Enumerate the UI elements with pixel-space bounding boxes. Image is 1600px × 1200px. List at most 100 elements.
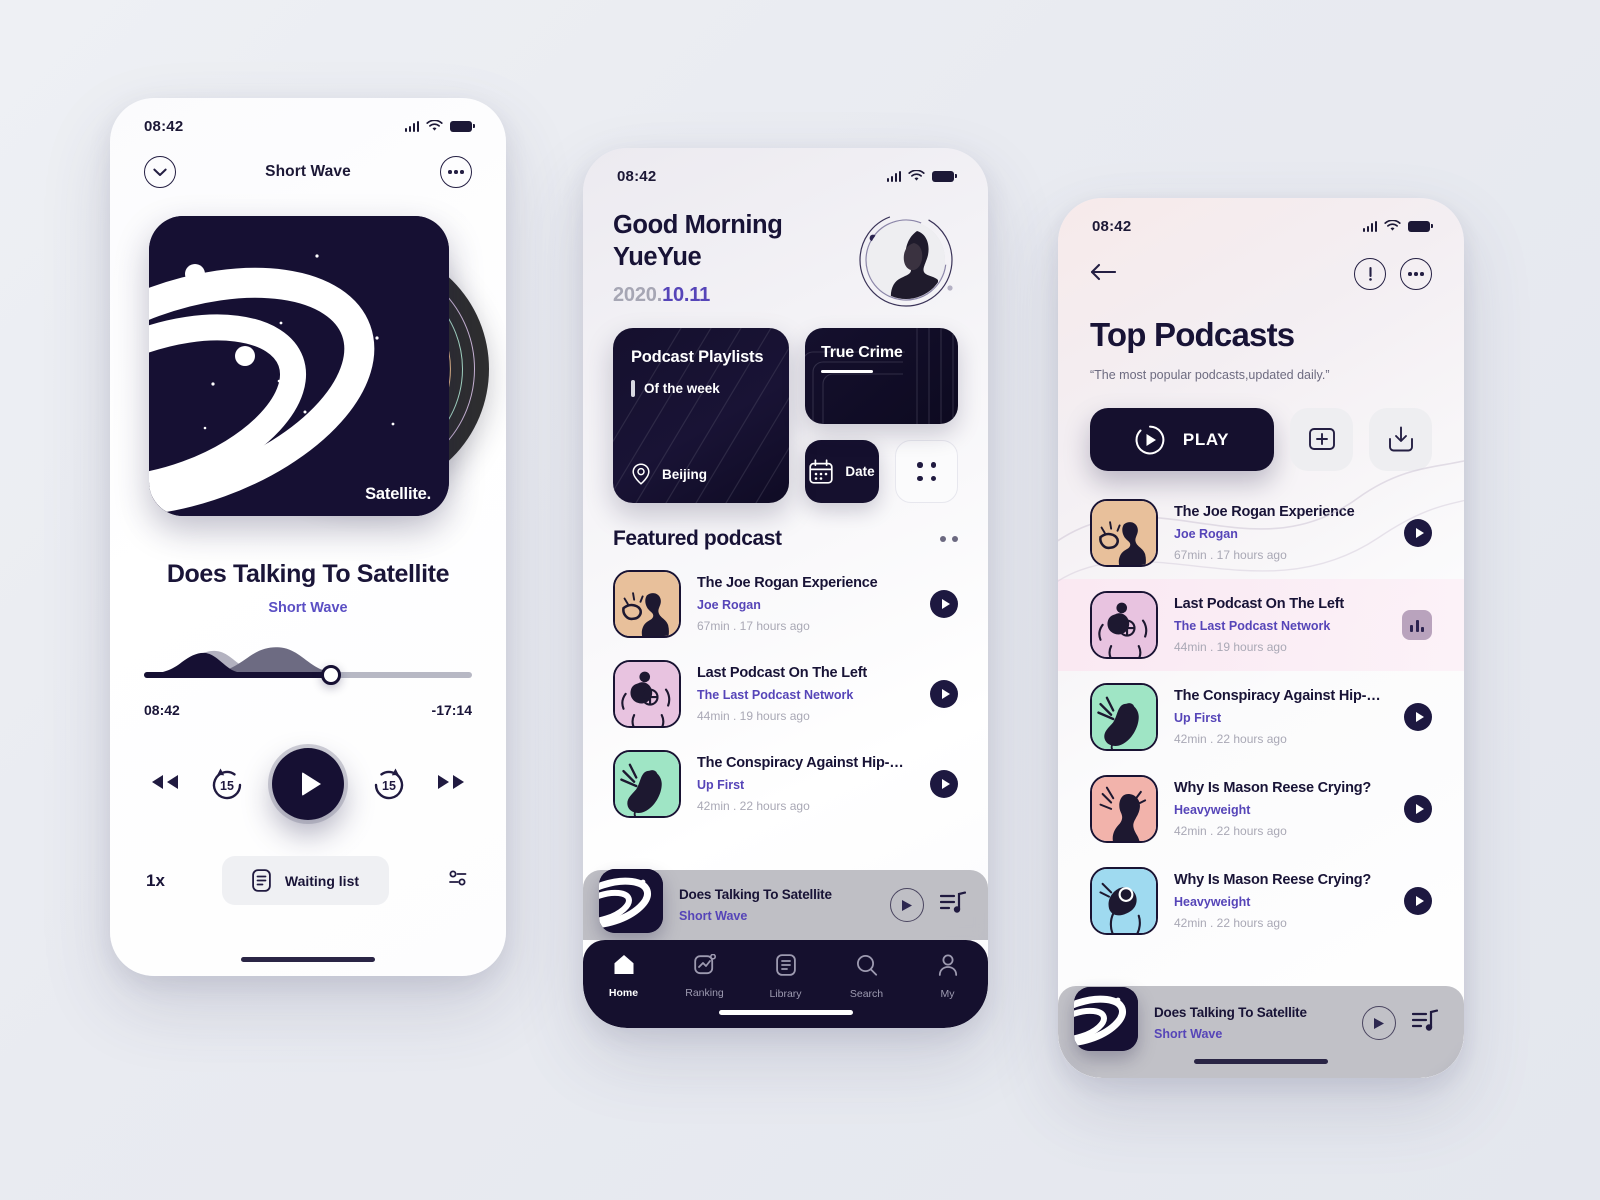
playlist-card-location[interactable]: Beijing	[631, 463, 707, 485]
cellular-signal-icon	[1362, 220, 1377, 232]
more-options-button[interactable]	[439, 156, 472, 188]
mini-player[interactable]: Does Talking To Satellite Short Wave	[583, 869, 988, 940]
greeting-date: 2020.10.11	[613, 284, 782, 307]
date-monthday: 10.11	[662, 284, 711, 307]
mini-player[interactable]: Does Talking To Satellite Short Wave	[1058, 986, 1464, 1078]
location-pin-icon	[632, 463, 650, 485]
artwork-label: Satellite.	[365, 485, 431, 503]
featured-list-item[interactable]: The Joe Rogan Experience Joe Rogan 67min .…	[613, 559, 958, 649]
podcast-play-button[interactable]	[1404, 887, 1432, 915]
podcast-playlists-card[interactable]: Podcast Playlists Of the week Beijing	[613, 328, 789, 503]
card-button-row: Date	[805, 440, 958, 503]
artwork-image: Satellite.	[149, 216, 449, 516]
greeting-line-1: Good Morning	[613, 211, 783, 239]
tab-label: Ranking	[685, 987, 724, 999]
grid-button[interactable]	[895, 440, 958, 503]
battery-icon	[1408, 220, 1433, 232]
mini-player-queue-button[interactable]	[1411, 1009, 1439, 1038]
podcast-meta: 42min . 22 hours ago	[1174, 916, 1287, 930]
track-subtitle[interactable]: Short Wave	[110, 600, 506, 616]
true-crime-underline	[821, 370, 873, 373]
tab-search[interactable]: Search	[826, 954, 907, 1000]
forward-15-button[interactable]: 15	[369, 764, 409, 804]
play-icon	[941, 689, 950, 699]
time-labels: 08:42 -17:14	[144, 702, 472, 718]
waiting-list-label: Waiting list	[284, 872, 360, 889]
podcast-list-item[interactable]: Why Is Mason Reese Crying? Heavyweight 42m…	[1058, 763, 1464, 855]
playlist-card-location-label: Beijing	[662, 466, 708, 482]
cellular-signal-icon	[886, 170, 901, 182]
podcast-play-button[interactable]	[1404, 795, 1432, 823]
chart-icon	[693, 953, 716, 980]
mini-player-play-button[interactable]	[1362, 1006, 1396, 1040]
mini-player-play-button[interactable]	[890, 888, 924, 922]
status-time: 08:42	[617, 167, 657, 185]
mini-player-text: Does Talking To Satellite Short Wave	[1154, 1005, 1346, 1041]
more-options-button[interactable]	[1400, 258, 1432, 290]
wifi-icon	[1384, 220, 1401, 231]
podcast-author: Up First	[1174, 711, 1222, 725]
tab-ranking[interactable]: Ranking	[664, 953, 745, 999]
podcast-play-button[interactable]	[930, 680, 958, 708]
play-icon	[1415, 712, 1424, 722]
mini-player-text: Does Talking To Satellite Short Wave	[679, 887, 874, 923]
waiting-list-button[interactable]: Waiting list	[221, 856, 390, 905]
podcast-play-button[interactable]	[1404, 703, 1432, 731]
progress-scrubber[interactable]	[144, 647, 472, 688]
podcast-meta: 42min . 22 hours ago	[1174, 732, 1287, 746]
podcast-author: Heavyweight	[1174, 803, 1251, 817]
status-time: 08:42	[1092, 217, 1132, 235]
collapse-button[interactable]	[144, 156, 176, 188]
mini-player-queue-button[interactable]	[939, 891, 967, 920]
top-podcasts-screen: 08:42 Top Podcasts “The most popular pod…	[1058, 198, 1464, 1078]
featured-list-item[interactable]: Last Podcast On The Left The Last Podcast…	[613, 649, 958, 739]
playback-speed-button[interactable]: 1x	[146, 871, 165, 891]
tab-my[interactable]: My	[907, 954, 988, 1000]
portrait-illustration	[867, 221, 945, 299]
podcast-info: Why Is Mason Reese Crying? Heavyweight 42m…	[1174, 872, 1388, 930]
mini-player-title: Does Talking To Satellite	[1154, 1005, 1307, 1020]
podcast-play-button[interactable]	[930, 590, 958, 618]
featured-list-item[interactable]: The Conspiracy Against Hip-Hop Up First 42…	[613, 739, 958, 829]
more-options-icon	[448, 170, 464, 174]
sliders-icon	[449, 870, 467, 886]
featured-section-title: Featured podcast	[613, 527, 782, 550]
info-button[interactable]	[1354, 258, 1386, 290]
podcast-list-item[interactable]: Why Is Mason Reese Crying? Heavyweight 42m…	[1058, 855, 1464, 947]
play-circle-icon	[1374, 1017, 1384, 1029]
home-screen: 08:42 Good Morning YueYue 2020.10.11 Pod…	[583, 148, 988, 1028]
podcast-play-button[interactable]	[930, 770, 958, 798]
avatar[interactable]	[856, 210, 956, 310]
podcast-title: The Joe Rogan Experience	[697, 575, 878, 591]
podcast-list-item[interactable]: The Conspiracy Against Hip-Hop Up First 42…	[1058, 671, 1464, 763]
back-15-button[interactable]: 15	[207, 764, 247, 804]
podcast-thumbnail	[1090, 867, 1158, 935]
satellite-orbit-graphic	[149, 216, 449, 516]
arrow-left-icon	[1090, 263, 1117, 280]
header-actions	[1354, 258, 1432, 290]
play-button[interactable]	[272, 748, 344, 820]
tab-home[interactable]: Home	[583, 954, 664, 999]
player-bottom-bar: 1x Waiting list	[146, 856, 470, 905]
bottom-tab-bar: Home Ranking Library Search My	[583, 940, 988, 1028]
audio-settings-button[interactable]	[446, 866, 470, 895]
date-button-label: Date	[845, 464, 875, 479]
true-crime-title: True Crime	[821, 344, 903, 361]
true-crime-card[interactable]: True Crime	[805, 328, 958, 424]
podcast-info: The Conspiracy Against Hip-Hop Up First 42…	[697, 755, 914, 813]
accent-bar	[631, 380, 635, 397]
right-card-column: True Crime Date	[805, 328, 958, 503]
tab-library[interactable]: Library	[745, 954, 826, 1000]
grid-dots-icon	[917, 462, 936, 481]
chevron-down-icon	[153, 168, 167, 176]
rewind-button[interactable]	[148, 772, 182, 797]
mini-player-artwork	[1074, 987, 1138, 1051]
progress-knob[interactable]	[320, 665, 341, 685]
more-dots-icon[interactable]	[940, 536, 958, 542]
podcast-title: Why Is Mason Reese Crying?	[1174, 872, 1372, 888]
date-button[interactable]: Date	[805, 440, 879, 503]
back-button[interactable]	[1090, 262, 1117, 287]
fast-forward-button[interactable]	[434, 772, 468, 797]
podcast-meta: 42min . 22 hours ago	[1174, 824, 1287, 838]
elapsed-time: 08:42	[144, 702, 180, 718]
